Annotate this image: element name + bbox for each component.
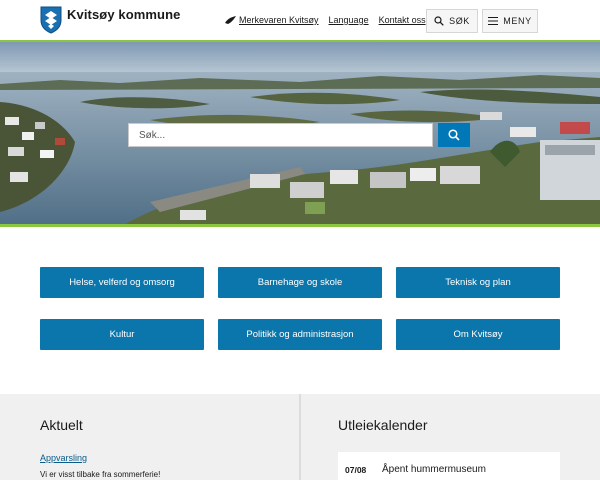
- tile-barnehage[interactable]: Barnehage og skole: [218, 267, 382, 298]
- search-icon: [434, 16, 444, 26]
- link-language[interactable]: Language: [329, 15, 369, 25]
- header-menu-button[interactable]: MENY: [482, 9, 538, 33]
- lobster-icon: [225, 15, 236, 24]
- calendar-item-date: 07/08: [345, 465, 367, 475]
- menu-button-label: MENY: [503, 16, 532, 26]
- calendar-item-title: Åpent hummermuseum: [382, 464, 486, 475]
- header-search-button[interactable]: SØK: [426, 9, 478, 33]
- tile-kultur[interactable]: Kultur: [40, 319, 204, 350]
- coat-of-arms-icon: [40, 6, 62, 34]
- top-links: Merkevaren Kvitsøy Language Kontakt oss: [225, 15, 436, 25]
- tile-politikk[interactable]: Politikk og administrasjon: [218, 319, 382, 350]
- hero-search-button[interactable]: [438, 123, 470, 147]
- search-button-label: SØK: [449, 16, 470, 26]
- hamburger-icon: [488, 17, 499, 25]
- news-item-text: Vi er visst tilbake fra sommerferie!: [40, 470, 161, 479]
- column-divider: [299, 394, 301, 480]
- link-merkevaren[interactable]: Merkevaren Kvitsøy: [225, 15, 319, 25]
- logo-text: Kvitsøy kommune: [67, 6, 181, 22]
- tile-helse[interactable]: Helse, velferd og omsorg: [40, 267, 204, 298]
- lower-section: Aktuelt Appvarsling Vi er visst tilbake …: [0, 394, 600, 482]
- site-header: Kvitsøy kommune Merkevaren Kvitsøy Langu…: [0, 0, 600, 42]
- news-item-link[interactable]: Appvarsling: [40, 453, 87, 463]
- tile-teknisk[interactable]: Teknisk og plan: [396, 267, 560, 298]
- hero-search-input[interactable]: Søk...: [128, 123, 433, 147]
- tile-om-kvitsoy[interactable]: Om Kvitsøy: [396, 319, 560, 350]
- calendar-heading: Utleiekalender: [338, 417, 428, 433]
- link-kontakt[interactable]: Kontakt oss: [379, 15, 426, 25]
- search-icon: [448, 129, 460, 141]
- service-tiles: Helse, velferd og omsorg Barnehage og sk…: [40, 267, 560, 351]
- hero-banner: Søk...: [0, 42, 600, 227]
- home-logo-link[interactable]: Kvitsøy kommune: [40, 6, 180, 34]
- calendar-item[interactable]: 07/08 Åpent hummermuseum: [338, 452, 560, 482]
- news-heading: Aktuelt: [40, 417, 83, 433]
- link-merkevaren-label: Merkevaren Kvitsøy: [239, 15, 319, 25]
